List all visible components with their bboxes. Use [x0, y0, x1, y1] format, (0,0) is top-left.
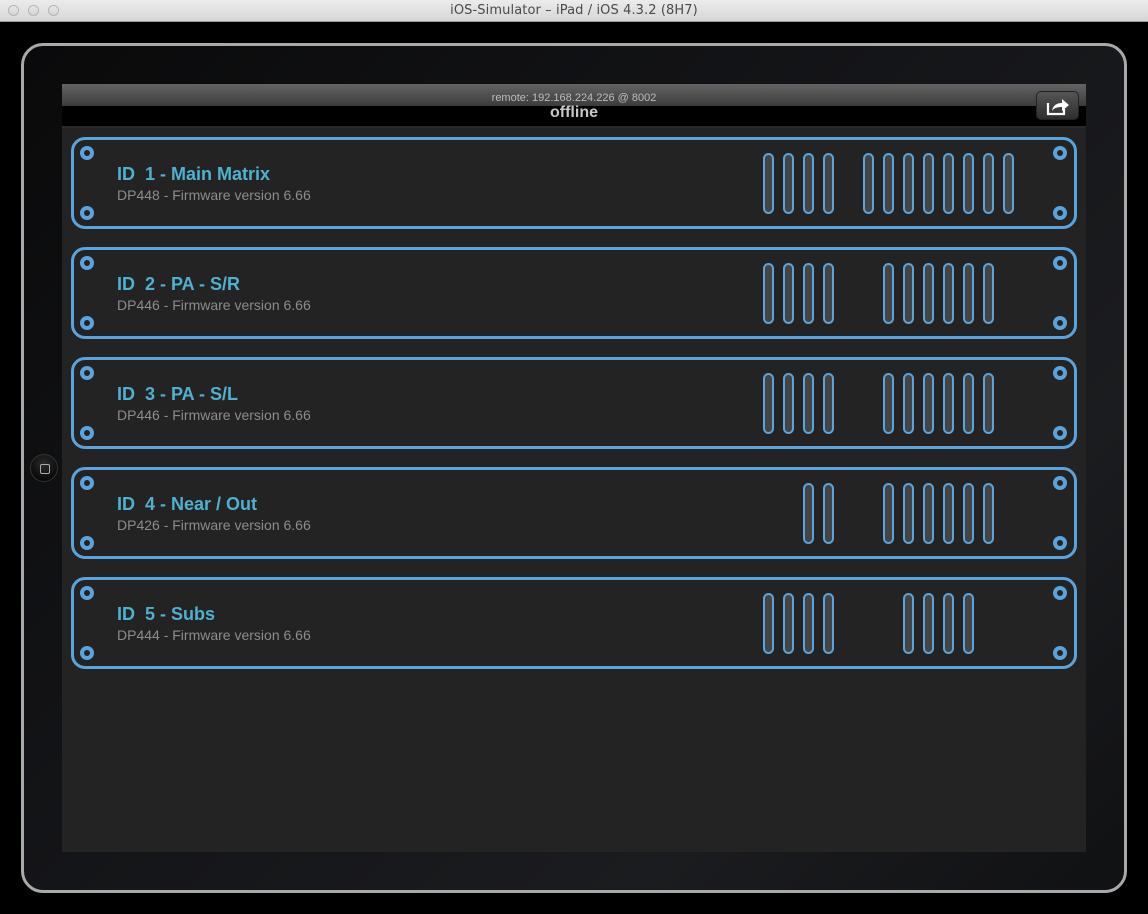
device-row[interactable]: ID 1 - Main Matrix DP448 - Firmware versi…: [71, 137, 1077, 229]
rack-screw-icon: [80, 476, 94, 490]
output-channel-slot: [863, 153, 874, 214]
input-channel-slot: [803, 593, 814, 654]
home-button[interactable]: [30, 454, 58, 482]
output-channel-slot: [923, 153, 934, 214]
input-channel-slot: [763, 373, 774, 434]
device-firmware: DP448 - Firmware version 6.66: [117, 187, 311, 203]
input-channel-slot: [823, 373, 834, 434]
output-channel-slot: [943, 153, 954, 214]
share-button[interactable]: [1036, 91, 1079, 120]
rack-screw-icon: [80, 206, 94, 220]
input-channel-slot: [803, 263, 814, 324]
input-channel-slot: [823, 153, 834, 214]
device-row[interactable]: ID 4 - Near / Out DP426 - Firmware versio…: [71, 467, 1077, 559]
output-channel-slot: [983, 263, 994, 324]
device-firmware: DP426 - Firmware version 6.66: [117, 517, 311, 533]
rack-screw-icon: [1053, 536, 1067, 550]
input-channel-slot: [763, 153, 774, 214]
input-channel-slot: [823, 483, 834, 544]
output-channel-slot: [963, 593, 974, 654]
rack-screw-icon: [1053, 256, 1067, 270]
input-channel-slot: [803, 373, 814, 434]
rack-screw-icon: [1053, 646, 1067, 660]
output-channel-slot: [963, 373, 974, 434]
output-channel-slot: [883, 483, 894, 544]
input-channel-slot: [783, 263, 794, 324]
rack-screw-icon: [80, 426, 94, 440]
output-channel-slot: [963, 483, 974, 544]
rack-screw-icon: [1053, 146, 1067, 160]
input-channel-slot: [823, 593, 834, 654]
rack-screw-icon: [80, 146, 94, 160]
home-square-icon: [40, 464, 50, 474]
output-channel-slot: [943, 483, 954, 544]
share-icon: [1046, 99, 1069, 116]
device-row[interactable]: ID 2 - PA - S/R DP446 - Firmware version …: [71, 247, 1077, 339]
output-channel-slot: [943, 373, 954, 434]
output-channel-slot: [923, 483, 934, 544]
device-name: ID 2 - PA - S/R: [117, 274, 241, 294]
output-channel-slot: [903, 153, 914, 214]
output-channel-slot: [1003, 153, 1014, 214]
input-channel-slot: [803, 153, 814, 214]
device-name: ID 5 - Subs: [117, 604, 216, 624]
rack-screw-icon: [80, 256, 94, 270]
rack-screw-icon: [1053, 316, 1067, 330]
window-titlebar: iOS-Simulator – iPad / iOS 4.3.2 (8H7): [0, 0, 1148, 22]
rack-screw-icon: [80, 366, 94, 380]
rack-screw-icon: [1053, 366, 1067, 380]
window-title: iOS-Simulator – iPad / iOS 4.3.2 (8H7): [450, 3, 698, 18]
output-channel-slot: [923, 373, 934, 434]
device-name: ID 3 - PA - S/L: [117, 384, 239, 404]
rack-screw-icon: [1053, 476, 1067, 490]
input-channel-slot: [763, 593, 774, 654]
output-channel-slot: [883, 263, 894, 324]
input-channel-slot: [803, 483, 814, 544]
output-channel-slot: [943, 593, 954, 654]
output-channel-slot: [963, 263, 974, 324]
rack-screw-icon: [1053, 426, 1067, 440]
rack-screw-icon: [80, 646, 94, 660]
output-channel-slot: [903, 483, 914, 544]
output-channel-slot: [923, 263, 934, 324]
input-channel-slot: [763, 263, 774, 324]
device-firmware: DP446 - Firmware version 6.66: [117, 407, 311, 423]
device-name: ID 4 - Near / Out: [117, 494, 258, 514]
output-channel-slot: [903, 263, 914, 324]
input-channel-slot: [823, 263, 834, 324]
output-channel-slot: [983, 153, 994, 214]
rack-screw-icon: [1053, 586, 1067, 600]
rack-screw-icon: [80, 316, 94, 330]
output-channel-slot: [923, 593, 934, 654]
navigation-bar: remote: 192.168.224.226 @ 8002 offline: [62, 84, 1086, 128]
output-channel-slot: [943, 263, 954, 324]
output-channel-slot: [903, 373, 914, 434]
ipad-screen: remote: 192.168.224.226 @ 8002 offline I…: [62, 84, 1086, 852]
rack-screw-icon: [1053, 206, 1067, 220]
input-channel-slot: [783, 593, 794, 654]
output-channel-slot: [983, 373, 994, 434]
device-row[interactable]: ID 5 - Subs DP444 - Firmware version 6.66: [71, 577, 1077, 669]
rack-screw-icon: [80, 586, 94, 600]
rack-screw-icon: [80, 536, 94, 550]
input-channel-slot: [783, 153, 794, 214]
device-row[interactable]: ID 3 - PA - S/L DP446 - Firmware version …: [71, 357, 1077, 449]
output-channel-slot: [983, 483, 994, 544]
output-channel-slot: [883, 153, 894, 214]
remote-address: remote: 192.168.224.226 @ 8002: [491, 92, 657, 104]
output-channel-slot: [963, 153, 974, 214]
device-name: ID 1 - Main Matrix: [117, 164, 271, 184]
output-channel-slot: [883, 373, 894, 434]
connection-status: offline: [550, 104, 598, 121]
output-channel-slot: [903, 593, 914, 654]
device-firmware: DP446 - Firmware version 6.66: [117, 297, 311, 313]
input-channel-slot: [783, 373, 794, 434]
device-firmware: DP444 - Firmware version 6.66: [117, 627, 311, 643]
